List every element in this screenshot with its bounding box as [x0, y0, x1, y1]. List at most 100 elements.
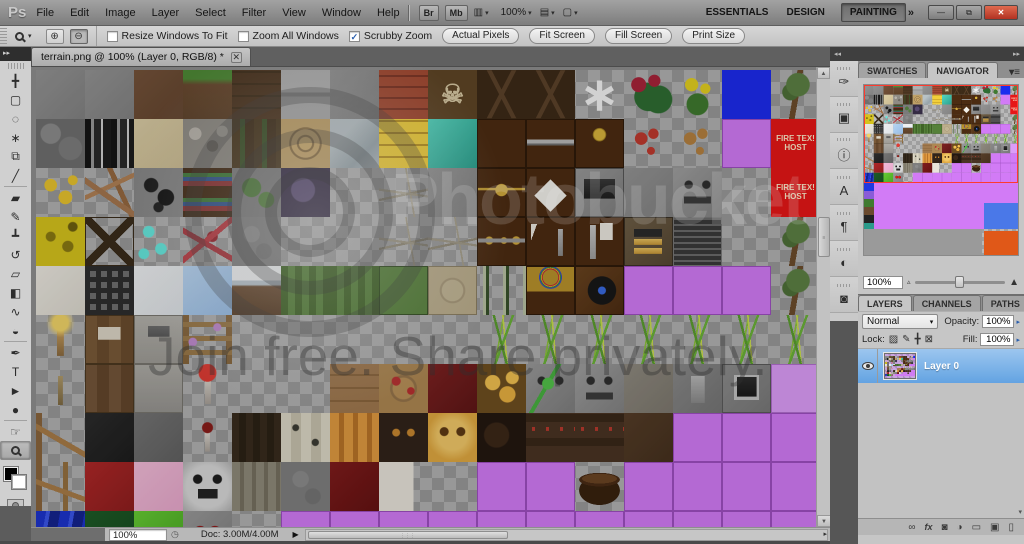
eraser-tool[interactable]: ▱: [0, 264, 31, 283]
history-brush-tool[interactable]: ↺: [0, 245, 31, 264]
menu-filter[interactable]: Filter: [242, 7, 266, 19]
navigator-zoom-in-icon[interactable]: ▲: [1009, 277, 1019, 288]
horizontal-scroll-thumb[interactable]: ⋮⋮⋮: [308, 531, 508, 539]
lock-transparency-icon[interactable]: ▨: [889, 334, 898, 345]
delete-layer-icon[interactable]: ▯: [1008, 522, 1014, 533]
nav-tab-navigator[interactable]: NAVIGATOR: [927, 62, 998, 78]
layer-list-scroll-icon[interactable]: ▾: [1018, 508, 1022, 516]
new-group-icon[interactable]: ▭: [972, 522, 981, 533]
zoom-out-button[interactable]: ⊖: [70, 29, 88, 44]
view-extras-icon[interactable]: ▥: [474, 7, 483, 18]
move-tool[interactable]: ╋: [0, 71, 31, 90]
opacity-arrow-icon[interactable]: ▸: [1016, 318, 1020, 326]
navigator-zoom-slider[interactable]: [915, 281, 1006, 284]
view-extras-caret-icon[interactable]: ▾: [485, 9, 489, 17]
menu-image[interactable]: Image: [105, 7, 136, 19]
fill-screen-button[interactable]: Fill Screen: [605, 28, 672, 44]
fit-screen-button[interactable]: Fit Screen: [529, 28, 595, 44]
layer-row[interactable]: ☠╳╳∗FIRE TEX! HOST◆FIRE TEX! HOST Layer …: [858, 349, 1024, 383]
navigator-zoom-field[interactable]: 100%: [863, 276, 903, 289]
lock-position-icon[interactable]: ╋: [915, 334, 921, 345]
zoom-caret-icon[interactable]: ▾: [528, 9, 532, 17]
canvas[interactable]: ☠╳╳∗FIRE TEX! HOST◆FIRE TEX! HOST: [36, 70, 820, 527]
nav-tab-swatches[interactable]: SWATCHES: [858, 62, 926, 78]
opacity-field[interactable]: 100%: [982, 315, 1014, 328]
menu-layer[interactable]: Layer: [152, 7, 180, 19]
options-bar-grip[interactable]: [0, 26, 7, 46]
arrange-caret-icon[interactable]: ▾: [551, 9, 555, 17]
screen-mode-caret-icon[interactable]: ▾: [574, 9, 578, 17]
layer-style-icon[interactable]: fx: [924, 522, 932, 532]
workspace-painting[interactable]: PAINTING: [841, 3, 906, 22]
marquee-tool[interactable]: ▢: [0, 90, 31, 109]
mini-bridge-button[interactable]: Mb: [445, 5, 468, 21]
fill-arrow-icon[interactable]: ▸: [1016, 336, 1020, 344]
add-layer-mask-icon[interactable]: ◙: [941, 522, 947, 533]
tab-close-icon[interactable]: ✕: [231, 52, 242, 63]
checkbox-zoom-all-windows[interactable]: [238, 31, 249, 42]
menu-help[interactable]: Help: [377, 7, 400, 19]
layers-tab-layers[interactable]: LAYERS: [858, 295, 912, 311]
crop-tool[interactable]: ⧉: [0, 147, 31, 166]
menu-select[interactable]: Select: [195, 7, 226, 19]
healing-brush-tool[interactable]: ▰: [0, 188, 31, 207]
menu-edit[interactable]: Edit: [70, 7, 89, 19]
pen-tool[interactable]: ✒: [0, 343, 31, 362]
scroll-down-icon[interactable]: ▼: [817, 515, 830, 527]
checkbox-resize-windows-to-fit[interactable]: [107, 31, 118, 42]
eyedropper-tool[interactable]: ╱: [0, 166, 31, 185]
adjustments-panel[interactable]: ◐: [830, 241, 858, 277]
clone-stamp-tool[interactable]: ┻: [0, 226, 31, 245]
navigator-viewbox[interactable]: [864, 85, 1018, 183]
fill-field[interactable]: 100%: [980, 333, 1014, 346]
scroll-up-icon[interactable]: ▲: [817, 67, 830, 79]
document-tab[interactable]: terrain.png @ 100% (Layer 0, RGB/8) * ✕: [31, 47, 251, 66]
status-zoom-field[interactable]: 100%: [109, 529, 167, 541]
brush-presets-panel[interactable]: ✑: [830, 61, 858, 97]
blend-mode-select[interactable]: Normal▾: [862, 314, 938, 329]
character-panel[interactable]: A: [830, 169, 858, 205]
new-layer-icon[interactable]: ▣: [990, 522, 999, 533]
expand-strip-icon[interactable]: ◂◂: [834, 50, 841, 58]
status-expand-icon[interactable]: ▶: [292, 530, 298, 539]
menu-view[interactable]: View: [282, 7, 306, 19]
layer-thumbnail[interactable]: ☠╳╳∗FIRE TEX! HOST◆FIRE TEX! HOST: [884, 353, 916, 379]
layers-tab-paths[interactable]: PATHS: [982, 295, 1024, 311]
masks-panel[interactable]: ◙: [830, 277, 858, 313]
collapse-dock-icon[interactable]: ▸▸: [1013, 50, 1020, 58]
nav-panel-menu-icon[interactable]: ▾≡: [1009, 67, 1024, 78]
link-layers-icon[interactable]: ∞: [908, 522, 915, 533]
new-adjustment-layer-icon[interactable]: ◑: [957, 522, 963, 533]
lock-pixels-icon[interactable]: ✎: [902, 334, 910, 345]
info-panel[interactable]: ⓘ: [830, 133, 858, 169]
tool-preset-caret-icon[interactable]: ▾: [28, 32, 32, 40]
checkbox-scrubby-zoom[interactable]: ✓: [349, 31, 360, 42]
gradient-tool[interactable]: ◧: [0, 283, 31, 302]
actual-pixels-button[interactable]: Actual Pixels: [442, 28, 519, 44]
close-button[interactable]: ✕: [984, 5, 1018, 20]
layer-name[interactable]: Layer 0: [924, 361, 959, 372]
workspace-design[interactable]: DESIGN: [784, 4, 826, 21]
hand-tool[interactable]: ☞: [0, 422, 31, 441]
quick-selection-tool[interactable]: ∗: [0, 128, 31, 147]
scroll-right-icon[interactable]: ▸: [823, 530, 827, 540]
navigator-slider-thumb[interactable]: [955, 276, 964, 288]
menu-file[interactable]: File: [36, 7, 54, 19]
visibility-toggle[interactable]: [858, 349, 878, 383]
navigator-zoom-out-icon[interactable]: ▵: [907, 278, 911, 286]
path-selection-tool[interactable]: ►: [0, 381, 31, 400]
zoom-in-button[interactable]: ⊕: [46, 29, 64, 44]
minimize-button[interactable]: —: [928, 5, 954, 20]
restore-button[interactable]: ⧉: [956, 5, 982, 20]
menu-window[interactable]: Window: [322, 7, 361, 19]
navigator-thumbnail[interactable]: ☠╳╳∗FIRE TEX! HOST◆FIRE TEX! HOST: [863, 84, 1019, 256]
zoom-level-value[interactable]: 100%: [501, 7, 527, 18]
shape-tool[interactable]: ●: [0, 400, 31, 419]
paragraph-panel[interactable]: ¶: [830, 205, 858, 241]
zoom-tool[interactable]: [0, 441, 31, 460]
tools-panel-collapse[interactable]: ▸▸: [0, 47, 31, 61]
workspace-overflow-button[interactable]: »: [908, 7, 914, 19]
arrange-documents-icon[interactable]: ▤: [540, 7, 549, 18]
screen-mode-icon[interactable]: ▢: [563, 7, 572, 18]
print-size-button[interactable]: Print Size: [682, 28, 745, 44]
